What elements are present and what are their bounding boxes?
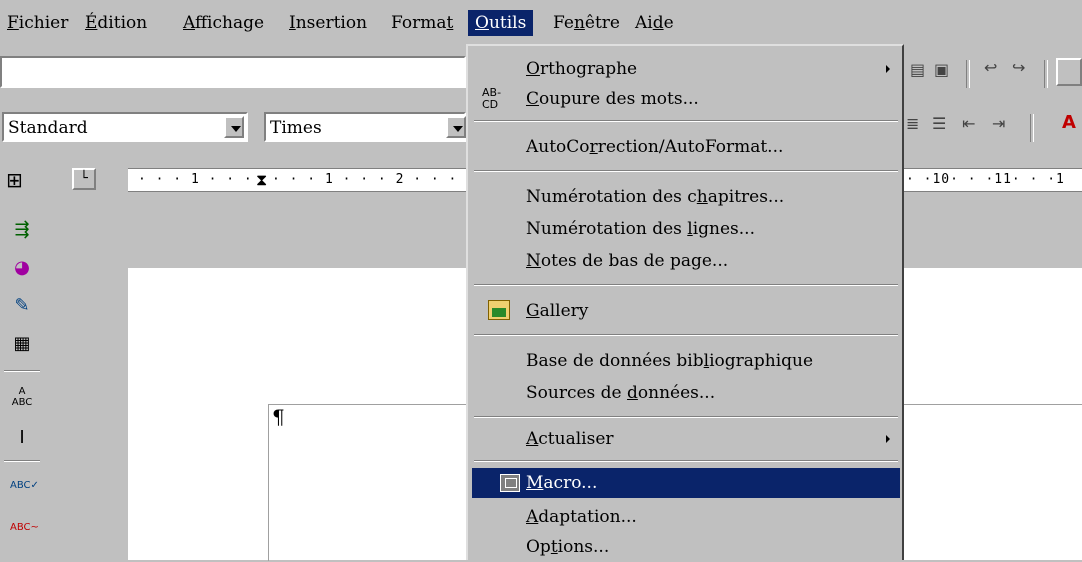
indent-marker-icon[interactable]: ⧗ (256, 171, 267, 189)
menu-edition[interactable]: Édition (78, 10, 154, 36)
menu-item-numerotation-lignes[interactable]: Numérotation des lignes... (472, 214, 900, 244)
menu-separator (474, 334, 898, 336)
macro-icon-inner (505, 478, 517, 488)
font-color-icon[interactable]: A (1062, 112, 1076, 133)
toolbar-separator (1030, 114, 1034, 142)
undo-icon[interactable]: ↩ (984, 58, 997, 77)
macro-icon (500, 474, 520, 492)
toolbar-separator (4, 370, 40, 372)
main-toolbar-top-icon[interactable]: ⊞ (6, 168, 23, 192)
menu-item-base-donnees[interactable]: Base de données bibliographique (472, 346, 900, 376)
chevron-down-icon[interactable] (224, 116, 244, 138)
style-select-value: Standard (8, 118, 88, 138)
url-field[interactable] (0, 56, 466, 88)
ruler-mid-marks: · · · 1 · · · 2 · · · (272, 172, 458, 187)
font-select[interactable]: Times (264, 112, 466, 142)
submenu-arrow-icon (886, 435, 890, 443)
gallery-icon-landscape (492, 308, 506, 317)
chevron-down-icon[interactable] (446, 116, 466, 138)
ruler-left-marks: · · · 1 · · · (138, 172, 253, 187)
menu-item-macro[interactable]: Macro... (472, 468, 900, 498)
insert-draw-icon[interactable]: ✎ (10, 294, 34, 318)
gallery-icon (488, 300, 510, 320)
insert-fields-icon[interactable]: ⇶ (10, 218, 34, 242)
insert-form-icon[interactable]: ▦ (10, 332, 34, 356)
ruler-right-marks: · ·10· · ·11· · ·1 (906, 172, 1065, 187)
menu-item-autocorrection[interactable]: AutoCorrection/AutoFormat... (472, 132, 900, 162)
bullets-icon[interactable]: ☰ (932, 114, 946, 133)
menu-insertion[interactable]: Insertion (282, 10, 374, 36)
menu-item-sources[interactable]: Sources de données... (472, 378, 900, 408)
menu-item-actualiser[interactable]: Actualiser (472, 424, 900, 454)
main-toolbar: ⇶ ◕ ✎ ▦ A ABC Ⅰ ABC✓ ABC~ (0, 198, 46, 560)
menu-fenetre[interactable]: Fenêtre (546, 10, 627, 36)
menu-item-gallery[interactable]: Gallery (472, 296, 900, 326)
hyphenation-icon: AB- CD (482, 86, 502, 111)
menu-separator (474, 460, 898, 462)
text-animation-icon[interactable]: A ABC (10, 386, 34, 410)
submenu-arrow-icon (886, 65, 890, 73)
insert-object-icon[interactable]: ◕ (10, 256, 34, 280)
menu-affichage[interactable]: Affichage (176, 10, 271, 36)
tab-stop-selector[interactable]: └ (72, 168, 96, 190)
menu-item-options[interactable]: Options... (472, 532, 900, 562)
menu-item-coupure[interactable]: AB- CD Coupure des mots... (472, 84, 900, 114)
increase-indent-icon[interactable]: ⇥ (992, 114, 1005, 133)
tab-left-icon: └ (80, 171, 88, 186)
decrease-indent-icon[interactable]: ⇤ (962, 114, 975, 133)
menu-separator (474, 416, 898, 418)
menu-separator (474, 120, 898, 122)
tools-menu: Orthographe AB- CD Coupure des mots... A… (466, 44, 904, 560)
menu-bar: Fichier Édition Affichage Insertion Form… (0, 0, 1082, 44)
menu-fichier[interactable]: Fichier (0, 10, 75, 36)
menu-item-orthographe[interactable]: Orthographe (472, 54, 900, 84)
text-cursor-icon[interactable]: Ⅰ (10, 426, 34, 450)
menu-separator (474, 284, 898, 286)
toolbar-separator (1044, 60, 1048, 88)
menu-item-notes[interactable]: Notes de bas de page... (472, 246, 900, 276)
paragraph-mark: ¶ (272, 405, 285, 429)
autospellcheck-icon[interactable]: ABC~ (10, 516, 39, 540)
font-select-value: Times (270, 118, 322, 138)
gallery-toolbar-icon[interactable]: ▣ (934, 60, 949, 79)
toolbar-more-button[interactable] (1056, 58, 1082, 86)
style-select[interactable]: Standard (2, 112, 248, 142)
menu-item-numerotation-chapitres[interactable]: Numérotation des chapitres... (472, 182, 900, 212)
toolbar-separator (4, 460, 40, 462)
menu-aide[interactable]: Aide (628, 10, 681, 36)
menu-separator (474, 170, 898, 172)
numbering-icon[interactable]: ≣ (906, 114, 919, 133)
paste-icon[interactable]: ▤ (910, 60, 925, 79)
toolbar-separator (966, 60, 970, 88)
menu-item-adaptation[interactable]: Adaptation... (472, 502, 900, 532)
menu-outils[interactable]: Outils (468, 10, 534, 36)
insert-table-icon: ⊞ (6, 168, 23, 192)
menu-format[interactable]: Format (384, 10, 460, 36)
spellcheck-icon[interactable]: ABC✓ (10, 474, 39, 498)
redo-icon[interactable]: ↪ (1012, 58, 1025, 77)
